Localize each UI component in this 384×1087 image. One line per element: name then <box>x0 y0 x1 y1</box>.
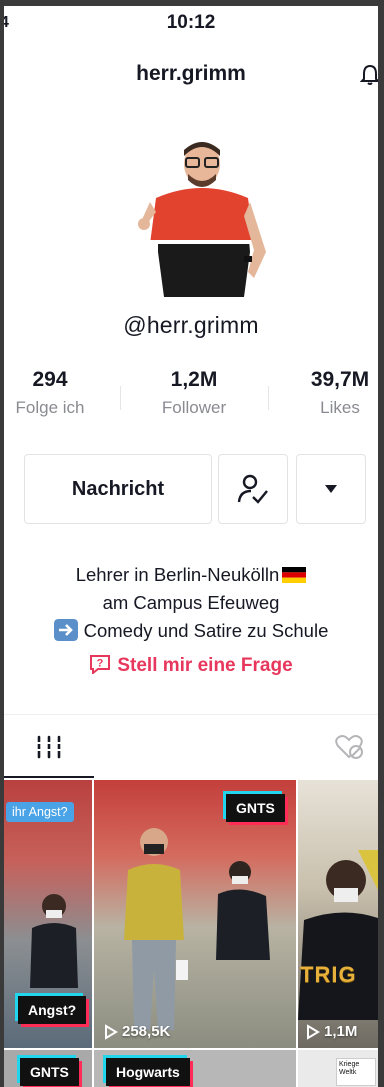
stat-following[interactable]: 294 Folge ich <box>4 368 96 418</box>
video-thumbnail[interactable]: Hogwarts <box>94 1050 296 1087</box>
video-thumbnail[interactable]: GNTS 258,5K <box>94 780 296 1048</box>
video-thumbnail[interactable]: TRIG 1,1M <box>298 780 378 1048</box>
stat-label: Likes <box>320 398 360 417</box>
ask-question-link[interactable]: ? Stell mir eine Frage <box>4 654 378 677</box>
video-label: GNTS <box>20 1058 79 1086</box>
video-caption-tag: Kriege Weltk <box>336 1058 376 1086</box>
bio-text: Lehrer in Berlin-Neukölln <box>75 564 280 585</box>
view-count: 1,1M <box>306 1023 357 1040</box>
video-label: Angst? <box>18 996 87 1024</box>
bio-line-1: Lehrer in Berlin-Neukölln <box>4 561 378 589</box>
profile-screen: 4 10:12 herr.grimm @herr.grimm 294 Folge… <box>4 6 378 1087</box>
avatar[interactable] <box>138 132 266 300</box>
stat-value: 1,2M <box>170 368 218 391</box>
video-thumbnail[interactable]: Kriege Weltk <box>298 1050 378 1087</box>
divider <box>268 386 269 410</box>
active-tab-indicator <box>4 776 94 778</box>
tab-videos[interactable] <box>4 716 94 778</box>
video-grid: ihr Angst? Angst? GNTS 258,5K TRIG 1,1M … <box>4 780 378 1087</box>
caret-down-icon <box>325 485 337 493</box>
status-bar: 4 10:12 <box>4 6 378 40</box>
page-title: herr.grimm <box>136 62 246 85</box>
question-label: Stell mir eine Frage <box>117 655 293 676</box>
question-bubble-icon: ? <box>90 655 111 674</box>
view-count: 258,5K <box>104 1023 170 1040</box>
video-overlay-text: TRIG <box>300 962 357 987</box>
student-figure <box>298 850 378 1020</box>
top-bar: herr.grimm <box>4 52 378 92</box>
liked-hidden-icon[interactable] <box>334 734 364 760</box>
following-button[interactable] <box>218 454 288 524</box>
bio-line-2: am Campus Efeuweg <box>102 592 280 613</box>
play-icon <box>307 1023 320 1040</box>
divider <box>4 714 378 715</box>
video-thumbnail[interactable]: GNTS <box>4 1050 92 1087</box>
stat-followers[interactable]: 1,2M Follower <box>140 368 248 418</box>
video-label: Hogwarts <box>106 1058 190 1086</box>
play-icon <box>105 1023 118 1040</box>
stat-likes[interactable]: 39,7M Likes <box>290 368 378 418</box>
germany-flag-icon <box>282 567 307 583</box>
student-figure <box>30 894 78 988</box>
bio-text: Comedy und Satire zu Schule <box>83 620 329 641</box>
stat-value: 294 <box>32 368 68 391</box>
profile-tabs <box>4 716 378 778</box>
right-arrow-icon <box>53 619 78 641</box>
more-button[interactable] <box>296 454 366 524</box>
stat-label: Folge ich <box>15 398 85 417</box>
grid-icon <box>35 735 63 759</box>
view-count-text: 258,5K <box>122 1023 171 1040</box>
bio: Lehrer in Berlin-Neukölln am Campus Efeu… <box>4 561 378 645</box>
message-button[interactable]: Nachricht <box>24 454 212 524</box>
stats-row: 294 Folge ich 1,2M Follower 39,7M Likes <box>4 368 378 428</box>
view-count-text: 1,1M <box>324 1023 358 1040</box>
divider <box>120 386 121 410</box>
stat-label: Follower <box>161 398 227 417</box>
video-caption-tag: ihr Angst? <box>6 802 74 822</box>
svg-text:?: ? <box>97 658 104 670</box>
stat-value: 39,7M <box>310 368 370 391</box>
teacher-figure <box>124 828 188 1030</box>
video-thumbnail[interactable]: ihr Angst? Angst? <box>4 780 92 1048</box>
bio-line-3: Comedy und Satire zu Schule <box>4 617 378 645</box>
video-label: GNTS <box>226 794 285 822</box>
student-figure <box>216 861 270 960</box>
bell-icon[interactable] <box>360 64 378 86</box>
status-time: 10:12 <box>166 12 216 33</box>
profile-handle: @herr.grimm <box>123 312 259 338</box>
followed-user-icon <box>237 474 268 504</box>
